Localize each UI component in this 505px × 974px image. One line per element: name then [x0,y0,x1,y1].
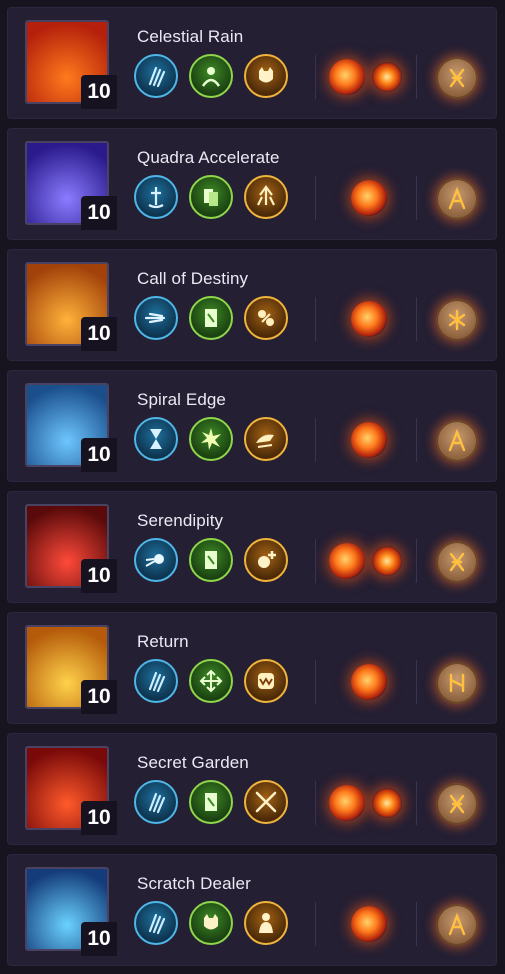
upward-burst-icon[interactable] [244,175,288,219]
gem-icon[interactable] [372,788,402,818]
divider [416,539,417,583]
divider [416,176,417,220]
person-icon[interactable] [244,901,288,945]
orb-plus-icon[interactable] [244,538,288,582]
card-swap-icon[interactable] [189,296,233,340]
beast-icon[interactable] [189,901,233,945]
divider [315,418,316,462]
skill-level-badge: 10 [81,801,117,835]
skill-name: Spiral Edge [137,390,226,409]
claw-icon[interactable] [134,780,178,824]
divider [315,176,316,220]
skill-name: Call of Destiny [137,269,249,288]
dash-icon[interactable] [134,296,178,340]
card-swap-icon[interactable] [189,780,233,824]
divider [416,55,417,99]
divider [315,902,316,946]
sword-stand-icon[interactable] [134,175,178,219]
skill-name: Return [137,632,189,651]
divider [315,55,316,99]
tripod-group [134,538,288,582]
divider [315,781,316,825]
divider [315,297,316,341]
rune-x-icon[interactable] [436,541,478,583]
divider [315,660,316,704]
skill-level-badge: 10 [81,438,117,472]
gem-icon[interactable] [372,62,402,92]
skill-level-badge: 10 [81,559,117,593]
skill-name: Quadra Accelerate [137,148,280,167]
rune-x-icon[interactable] [436,57,478,99]
gem-icon[interactable] [329,59,365,95]
skill-card[interactable]: 10 Call of Destiny [7,249,497,361]
gem-icon[interactable] [329,785,365,821]
card-swap-icon[interactable] [189,538,233,582]
skill-level-badge: 10 [81,922,117,956]
rune-a-icon[interactable] [436,178,478,220]
skill-card[interactable]: 10 Spiral Edge [7,370,497,482]
gem-icon[interactable] [351,180,387,216]
skill-card[interactable]: 10 Scratch Dealer [7,854,497,966]
rune-h-icon[interactable] [436,662,478,704]
claw-icon[interactable] [134,659,178,703]
charge-icon[interactable] [244,417,288,461]
claw-icon[interactable] [134,54,178,98]
cards-icon[interactable] [189,175,233,219]
skill-level-badge: 10 [81,317,117,351]
tripod-group [134,780,288,824]
skill-level-badge: 10 [81,680,117,714]
claw-icon[interactable] [134,901,178,945]
skill-card[interactable]: 10 Serendipity [7,491,497,603]
gem-icon[interactable] [351,422,387,458]
gem-icon[interactable] [351,664,387,700]
maw-icon[interactable] [244,659,288,703]
tripod-group [134,54,288,98]
skill-level-badge: 10 [81,75,117,109]
skill-name: Secret Garden [137,753,249,772]
rune-a-icon[interactable] [436,420,478,462]
skill-name: Scratch Dealer [137,874,251,893]
skill-card[interactable]: 10 Secret Garden [7,733,497,845]
burst-icon[interactable] [189,417,233,461]
gem-icon[interactable] [351,301,387,337]
arrows-icon[interactable] [189,659,233,703]
gem-icon[interactable] [372,546,402,576]
divider [416,902,417,946]
tripod-group [134,296,288,340]
divider [416,418,417,462]
skill-card[interactable]: 10 Celestial Rain [7,7,497,119]
divider [416,297,417,341]
orbs-icon[interactable] [244,296,288,340]
gem-icon[interactable] [351,906,387,942]
comet-icon[interactable] [134,538,178,582]
divider [416,660,417,704]
rune-a-icon[interactable] [436,904,478,946]
skill-list: 10 Celestial Rain 10 Quadra Accelerate 10 Cal… [0,0,505,974]
skill-level-badge: 10 [81,196,117,230]
crossed-swords-icon[interactable] [244,780,288,824]
gem-icon[interactable] [329,543,365,579]
rune-x-icon[interactable] [436,783,478,825]
spirit-icon[interactable] [189,54,233,98]
beast-icon[interactable] [244,54,288,98]
hourglass-icon[interactable] [134,417,178,461]
tripod-group [134,901,288,945]
tripod-group [134,417,288,461]
skill-card[interactable]: 10 Quadra Accelerate [7,128,497,240]
tripod-group [134,175,288,219]
tripod-group [134,659,288,703]
skill-card[interactable]: 10 Return [7,612,497,724]
divider [416,781,417,825]
rune-star-icon[interactable] [436,299,478,341]
skill-name: Celestial Rain [137,27,244,46]
divider [315,539,316,583]
skill-name: Serendipity [137,511,224,530]
